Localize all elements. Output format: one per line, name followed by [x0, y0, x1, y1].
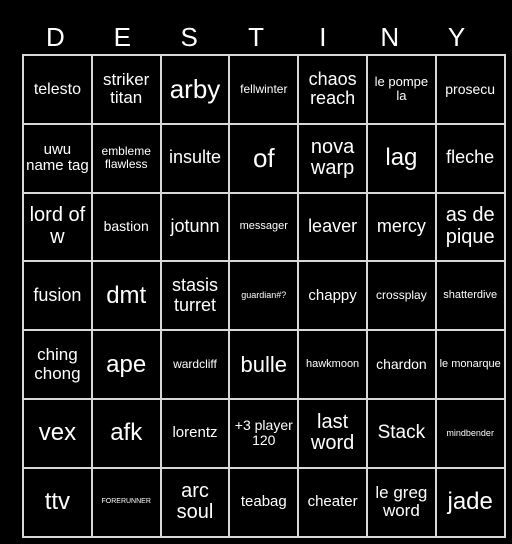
bingo-cell[interactable]: as de pique [434, 191, 506, 263]
bingo-cell[interactable]: prosecu [434, 54, 506, 125]
bingo-cell[interactable]: jade [434, 466, 506, 538]
bingo-cell[interactable]: afk [90, 397, 162, 469]
bingo-cell[interactable]: FORERUNNER [90, 466, 162, 538]
bingo-cell[interactable]: hawkmoon [297, 329, 368, 400]
bingo-cell[interactable]: jotunn [159, 191, 231, 263]
bingo-cell[interactable]: chardon [365, 329, 437, 400]
header-letter: S [180, 22, 198, 52]
bingo-cell[interactable]: fleche [434, 122, 506, 194]
bingo-cell[interactable]: guardian#? [228, 260, 300, 332]
bingo-cell[interactable]: striker titan [90, 54, 162, 125]
bingo-cell[interactable]: Stack [365, 397, 437, 469]
bingo-cell[interactable]: ttv [22, 466, 93, 538]
bingo-cell[interactable]: ape [90, 329, 162, 400]
bingo-cell[interactable]: messager [228, 191, 300, 263]
bingo-cell[interactable]: fellwinter [228, 54, 300, 125]
bingo-cell[interactable]: lord of w [22, 191, 93, 263]
bingo-cell[interactable]: bastion [90, 191, 162, 263]
header-letter: D [46, 22, 65, 52]
board-row: ttv FORERUNNER arc soul teabag cheater l… [22, 466, 506, 538]
bingo-cell[interactable]: ching chong [22, 329, 93, 400]
board-row: fusion dmt stasis turret guardian#? chap… [22, 260, 506, 332]
bingo-cell[interactable]: bulle [228, 329, 300, 400]
board-row: vex afk lorentz +3 player 120 last word … [22, 397, 506, 469]
bingo-cell[interactable]: last word [297, 397, 368, 469]
bingo-header: D E S T I N Y [22, 20, 490, 54]
bingo-cell[interactable]: +3 player 120 [228, 397, 300, 469]
header-letter: T [248, 22, 264, 52]
bingo-cell[interactable]: mercy [365, 191, 437, 263]
bingo-cell[interactable]: chappy [297, 260, 368, 332]
header-letter: Y [447, 22, 466, 52]
bingo-cell[interactable]: of [228, 122, 300, 194]
bingo-cell[interactable]: mindbender [434, 397, 506, 469]
board-row: lord of w bastion jotunn messager leaver… [22, 191, 506, 263]
board-row: ching chong ape wardcliff bulle hawkmoon… [22, 329, 506, 400]
board-row: uwu name tag embleme flawless insulte of… [22, 122, 506, 194]
bingo-cell[interactable]: embleme flawless [90, 122, 162, 194]
bingo-cell[interactable]: fusion [22, 260, 93, 332]
bingo-cell[interactable]: stasis turret [159, 260, 231, 332]
bingo-cell[interactable]: crossplay [365, 260, 437, 332]
bingo-cell[interactable]: le pompe la [365, 54, 437, 125]
bingo-cell[interactable]: leaver [297, 191, 368, 263]
board-row: telesto striker titan arby fellwinter ch… [22, 54, 506, 125]
bingo-cell[interactable]: le monarque [434, 329, 506, 400]
bingo-cell[interactable]: lorentz [159, 397, 231, 469]
bingo-cell[interactable]: arc soul [159, 466, 231, 538]
bingo-cell[interactable]: le greg word [365, 466, 437, 538]
bingo-cell[interactable]: arby [159, 54, 231, 125]
bingo-cell[interactable]: nova warp [297, 122, 368, 194]
bingo-cell[interactable]: telesto [22, 54, 93, 125]
bingo-cell[interactable]: cheater [297, 466, 368, 538]
bingo-cell[interactable]: wardcliff [159, 329, 231, 400]
header-letter: E [113, 22, 131, 52]
bingo-cell[interactable]: dmt [90, 260, 162, 332]
bingo-cell[interactable]: teabag [228, 466, 300, 538]
bingo-cell[interactable]: shatterdive [434, 260, 506, 332]
header-letter: I [319, 22, 327, 52]
header-letter: N [380, 22, 400, 52]
bingo-cell[interactable]: chaos reach [297, 54, 368, 125]
bingo-cell[interactable]: vex [22, 397, 93, 469]
bingo-cell[interactable]: insulte [159, 122, 231, 194]
bingo-cell[interactable]: uwu name tag [22, 122, 93, 194]
bingo-cell[interactable]: lag [365, 122, 437, 194]
bingo-board: telesto striker titan arby fellwinter ch… [22, 54, 506, 538]
